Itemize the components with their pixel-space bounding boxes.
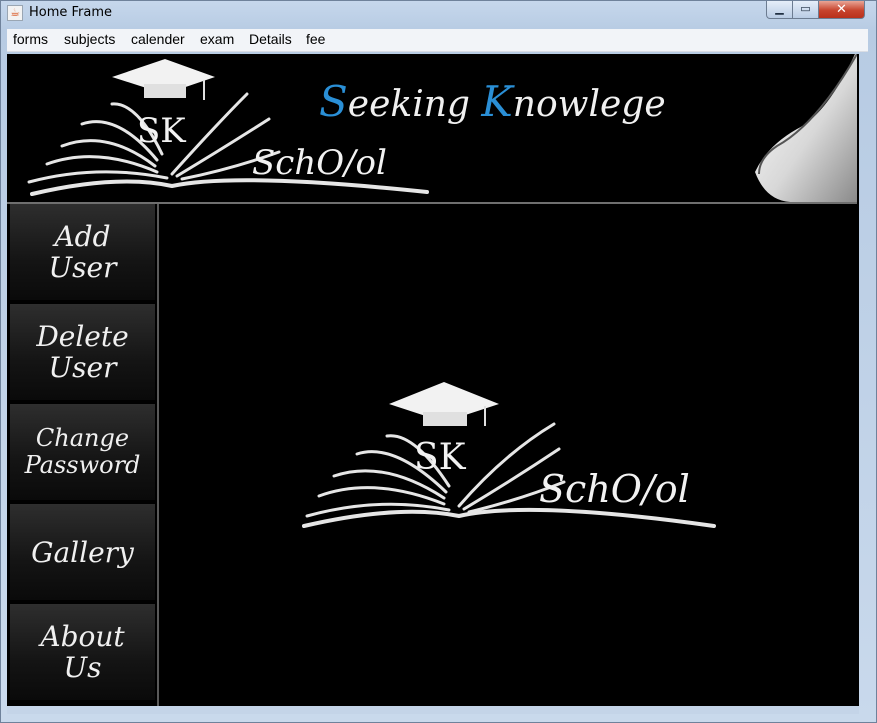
window-bottom-border	[7, 706, 859, 714]
center-logo-word: SchO/ol	[539, 467, 690, 511]
banner-heading: Seeking Knowlege	[319, 77, 666, 126]
page-curl-decoration	[755, 54, 857, 202]
window-title: Home Frame	[29, 5, 113, 20]
maximize-icon: ▭	[800, 2, 811, 15]
java-app-icon: ☕	[7, 5, 23, 21]
banner-logo-initials: SK	[137, 111, 186, 151]
menu-subjects[interactable]: subjects	[64, 31, 115, 47]
delete-user-button[interactable]: Delete User	[10, 304, 155, 402]
title-bar[interactable]: ☕ Home Frame ▁ ▭ ✕	[1, 1, 876, 27]
delete-user-label: Delete User	[36, 320, 129, 384]
gallery-label: Gallery	[31, 535, 134, 569]
content-area: SK SchO/ol Seeking Knowlege Add User Del…	[7, 54, 859, 706]
menu-exam[interactable]: exam	[200, 31, 234, 47]
banner-graphic: SK SchO/ol Seeking Knowlege	[27, 54, 857, 202]
maximize-button[interactable]: ▭	[792, 1, 819, 19]
add-user-label: Add User	[48, 220, 117, 284]
sidebar: Add User Delete User Change Password Gal…	[7, 204, 159, 706]
center-logo: SK SchO/ol	[302, 382, 716, 528]
minimize-button[interactable]: ▁	[766, 1, 793, 19]
header-banner: SK SchO/ol Seeking Knowlege	[7, 54, 857, 204]
gallery-button[interactable]: Gallery	[10, 504, 155, 602]
menu-calender[interactable]: calender	[131, 31, 185, 47]
close-button[interactable]: ✕	[818, 1, 865, 19]
menu-fee[interactable]: fee	[306, 31, 325, 47]
menu-bar: forms subjects calender exam Details fee	[7, 29, 868, 52]
main-panel: SK SchO/ol	[159, 204, 857, 706]
banner-logo-word: SchO/ol	[252, 143, 387, 183]
minimize-icon: ▁	[775, 2, 784, 15]
add-user-button[interactable]: Add User	[10, 204, 155, 302]
center-logo-initials: SK	[414, 437, 467, 478]
change-password-button[interactable]: Change Password	[10, 404, 155, 502]
about-us-label: About Us	[40, 620, 125, 684]
menu-details[interactable]: Details	[249, 31, 292, 47]
home-frame-window: ☕ Home Frame ▁ ▭ ✕ forms subjects calend…	[0, 0, 877, 723]
menu-forms[interactable]: forms	[13, 31, 48, 47]
close-icon: ✕	[836, 2, 847, 17]
about-us-button[interactable]: About Us	[10, 604, 155, 702]
change-password-label: Change Password	[24, 424, 141, 479]
